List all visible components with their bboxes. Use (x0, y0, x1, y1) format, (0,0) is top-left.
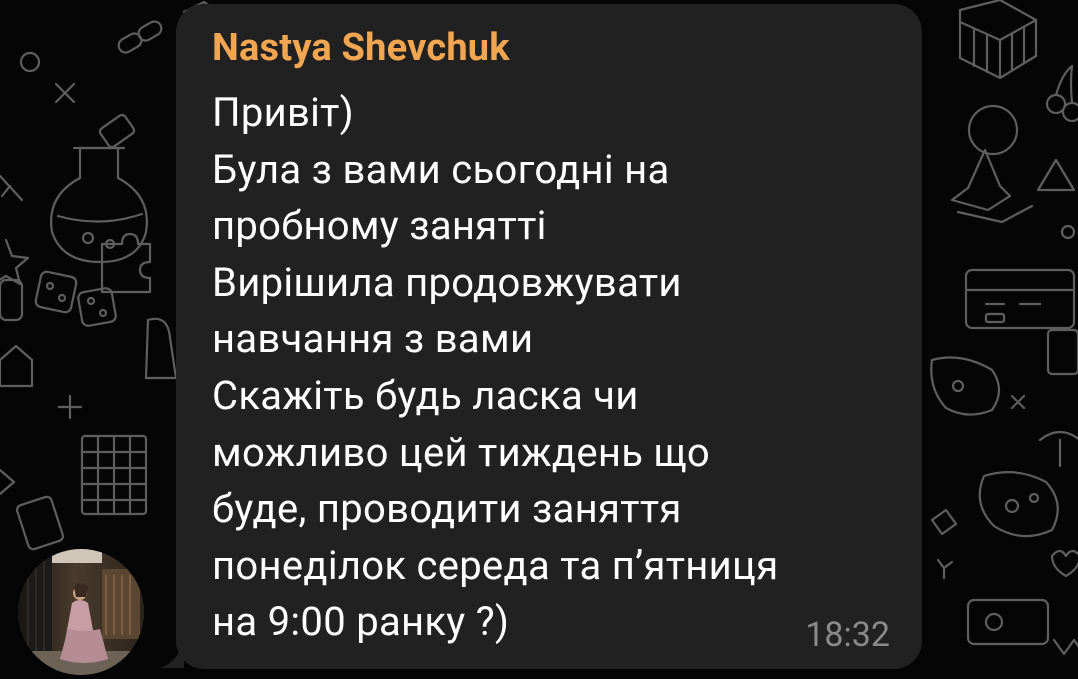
retro-console-icon (964, 268, 1076, 330)
sender-name[interactable]: Nastya Shevchuk (212, 22, 882, 74)
message-line: на 9:00 ранку ?) (212, 598, 510, 646)
message-line: навчання з вами (212, 315, 534, 363)
cursor-key-icon (98, 113, 136, 149)
cross-small-icon (1010, 394, 1026, 410)
joystick-right-icon (1038, 430, 1078, 468)
message-line: Була з вами сьогодні на (212, 145, 670, 193)
console-bottom-icon (966, 598, 1050, 646)
cross-icon (54, 82, 76, 104)
message-line: Вирішила продовжувати (212, 258, 682, 306)
star-icon (0, 238, 30, 286)
house-icon (0, 344, 34, 388)
message-timestamp: 18:32 (805, 615, 890, 655)
message-line: Скажіть будь ласка чи (212, 371, 639, 419)
joystick-arcade-icon (950, 104, 1034, 224)
game-start-grid-icon (80, 434, 148, 516)
message-line: Привіт) (212, 89, 354, 136)
chess-icon (144, 317, 178, 380)
dice-icon (34, 270, 117, 327)
tetris-block-icon (1046, 328, 1078, 376)
sparkle-icon (57, 394, 83, 420)
message-text: Привіт) Була з вами сьогодні на пробному… (212, 85, 882, 651)
zigzag-right-icon (1052, 638, 1078, 656)
rubiks-cube-icon (958, 0, 1038, 80)
avatar[interactable] (18, 549, 144, 675)
ring-icon (19, 51, 41, 73)
controller-icon (930, 356, 1001, 416)
zigzag-icon (0, 468, 16, 496)
cherry-icon (1045, 64, 1078, 123)
joystick-icon (0, 278, 24, 322)
heart-icon (1050, 549, 1078, 578)
message-line: пробному занятті (212, 202, 547, 250)
potion-flask-icon (50, 146, 148, 264)
message-line: понеділок середа та п’ятниця (212, 541, 779, 589)
chain-link-icon (117, 20, 163, 54)
circle-dot-icon (1060, 224, 1076, 240)
user-avatar-photo-icon (18, 549, 144, 675)
triangle-icon (1036, 158, 1076, 192)
message-line: буде, проводити заняття (212, 485, 682, 533)
message-line: можливо цей тиждень що (212, 428, 711, 476)
gamepad-icon (978, 471, 1059, 538)
sword-icon (0, 174, 24, 202)
card-icon (15, 495, 65, 551)
message-bubble[interactable]: Nastya Shevchuk Привіт) Була з вами сьог… (176, 4, 922, 669)
sparkle-right-icon (936, 558, 954, 580)
puzzle-small-icon (930, 508, 958, 536)
